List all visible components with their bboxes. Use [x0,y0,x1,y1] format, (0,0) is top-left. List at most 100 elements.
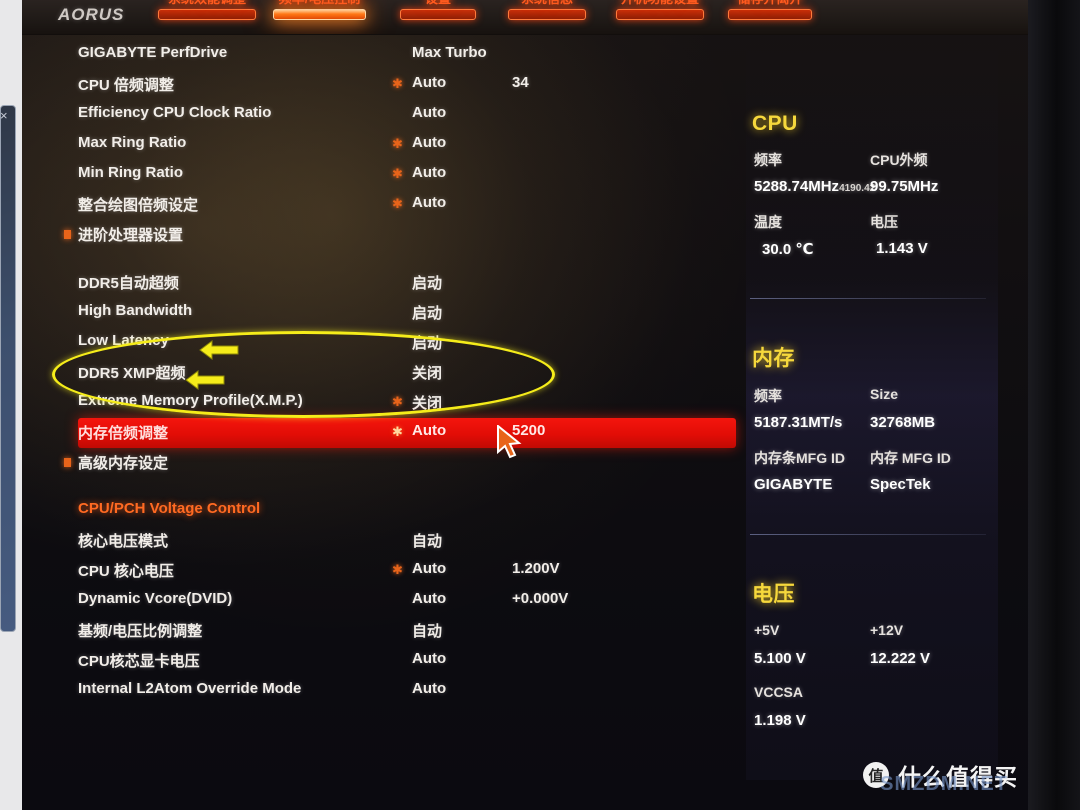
settings-row-value[interactable]: Max Turbo [412,44,487,61]
cpu-bclk-value: 99.75MHz [870,178,939,195]
settings-row[interactable]: 基频/电压比例调整 自动 [22,616,722,646]
settings-row[interactable]: Max Ring Ratio ✱ Auto [22,130,722,160]
nav-tab-underline [158,9,256,20]
cpu-volt-value: 1.143 V [876,240,928,257]
cpu-volt-label: 电压 [870,214,898,230]
settings-row[interactable]: 整合绘图倍频设定 ✱ Auto [22,190,722,220]
settings-row[interactable]: 内存倍频调整 ✱ Auto 5200 [78,418,736,448]
modified-star-icon: ✱ [392,166,403,181]
nav-tab-underline [508,9,586,20]
settings-row-label: GIGABYTE PerfDrive [78,44,228,61]
settings-row-label: Max Ring Ratio [78,134,187,151]
modified-star-icon: ✱ [392,424,403,439]
nav-tab-2[interactable]: 设置 [394,0,482,20]
settings-row-value-secondary: 1.200V [512,560,560,577]
nav-tab-underline [616,9,704,20]
modified-star-icon: ✱ [392,76,403,91]
settings-row-value[interactable]: 自动 [412,620,442,641]
hardware-monitor-rail: CPU 频率 CPU外频 5288.74MHz4190.42 99.75MHz … [746,40,998,780]
settings-row-label: 内存倍频调整 [78,425,169,442]
nav-tab-label: 频率/电压控制 [267,0,372,7]
settings-row-value[interactable]: Auto [412,422,446,439]
memory-info-section: 内存 频率 Size 5187.31MT/s 32768MB 内存条MFG ID… [746,342,1004,502]
mouse-cursor [497,425,522,459]
close-icon[interactable]: × [0,108,8,123]
nav-tab-label: 储存并离开 [722,0,818,7]
aorus-logo: AORUS [58,5,125,24]
memory-section-title: 内存 [752,347,795,370]
nav-tab-label: 系统信息 [502,0,592,7]
settings-row-value[interactable]: Auto [412,650,446,667]
bios-panel: AORUS 系统效能调整频率/电压控制 设置 系统信息 开机功能设置 储存并离开 GIG… [22,0,1028,810]
submenu-bullet-icon [64,230,71,239]
modified-star-icon: ✱ [392,136,403,151]
settings-row[interactable]: CPU 倍频调整 ✱ Auto 34 [22,70,722,100]
settings-row-value-secondary: +0.000V [512,590,569,607]
memory-mfg2-value: SpecTek [870,476,931,493]
arrow-annotation-high-bandwidth [199,340,239,360]
nav-tab-underline [728,9,812,20]
settings-row-label: 核心电压模式 [78,533,169,550]
top-navigation-bar: AORUS 系统效能调整频率/电压控制 设置 系统信息 开机功能设置 储存并离开 [22,0,1028,35]
v5-value: 5.100 V [754,650,806,667]
modified-star-icon: ✱ [392,562,403,577]
settings-row[interactable]: 核心电压模式 自动 [22,526,722,556]
settings-row-label: CPU 核心电压 [78,563,174,580]
settings-row-value[interactable]: Auto [412,104,446,121]
settings-row[interactable]: High Bandwidth 启动 [22,298,722,328]
highlight-ellipse-annotation [52,331,555,418]
settings-row-value[interactable]: Auto [412,164,446,181]
settings-row-label: High Bandwidth [78,302,193,319]
cpu-freq-label: 频率 [754,152,782,168]
settings-row[interactable]: 进阶处理器设置 [22,220,722,250]
voltage-section-title: 电压 [752,583,795,606]
memory-freq-label: 频率 [754,388,782,404]
monitor-bezel-right [1028,0,1080,810]
settings-row-value[interactable]: 启动 [412,302,442,323]
memory-freq-value: 5187.31MT/s [754,414,843,431]
settings-row-value[interactable]: Auto [412,74,446,91]
settings-row[interactable]: 高级内存设定 [22,448,722,478]
v12-label: +12V [870,622,904,638]
v5-label: +5V [754,622,780,638]
settings-row-label: Dynamic Vcore(DVID) [78,590,233,607]
settings-row-label: 高级内存设定 [78,455,169,472]
settings-row-value[interactable]: Auto [412,590,446,607]
settings-row-value[interactable]: 启动 [412,272,442,293]
rail-divider-2 [750,534,986,535]
settings-row-label: DDR5自动超频 [78,275,179,292]
settings-row-value[interactable]: Auto [412,134,446,151]
cpu-info-section: CPU 频率 CPU外频 5288.74MHz4190.42 99.75MHz … [746,112,1004,266]
settings-row[interactable]: DDR5自动超频 启动 [22,268,722,298]
nav-tab-3[interactable]: 系统信息 [502,0,592,20]
cpu-temp-label: 温度 [754,214,782,230]
settings-row-label: 整合绘图倍频设定 [78,197,199,214]
settings-row[interactable]: GIGABYTE PerfDrive Max Turbo [22,40,722,70]
vccsa-value: 1.198 V [754,712,806,729]
background-window[interactable] [0,105,16,632]
settings-row-value[interactable]: Auto [412,680,446,697]
settings-row[interactable]: Internal L2Atom Override Mode Auto [22,676,722,706]
settings-row[interactable]: Efficiency CPU Clock Ratio Auto [22,100,722,130]
settings-row-label: Min Ring Ratio [78,164,183,181]
settings-row[interactable]: Min Ring Ratio ✱ Auto [22,160,722,190]
settings-row-label: 基频/电压比例调整 [78,623,203,640]
voltage-info-section: 电压 +5V +12V 5.100 V 12.222 V VCCSA 1.198… [746,578,1004,738]
arrow-annotation-low-latency [185,370,225,390]
settings-row-value[interactable]: Auto [412,560,446,577]
settings-row-value[interactable]: 自动 [412,530,442,551]
nav-tab-5[interactable]: 储存并离开 [722,0,818,20]
memory-size-value: 32768MB [870,414,936,431]
nav-tab-0[interactable]: 系统效能调整 [152,0,262,20]
settings-row-value[interactable]: Auto [412,194,446,211]
settings-row[interactable]: CPU 核心电压 ✱ Auto 1.200V [22,556,722,586]
v12-value: 12.222 V [870,650,931,667]
settings-row[interactable]: Dynamic Vcore(DVID) Auto +0.000V [22,586,722,616]
settings-row-label: CPU/PCH Voltage Control [78,500,261,517]
settings-row-label: Efficiency CPU Clock Ratio [78,104,272,121]
nav-tab-4[interactable]: 开机功能设置 [610,0,710,20]
bios-screenshot: × AORUS 系统效能调整频率/电压控制 设置 系统信息 开机功能设置 储存并离开 G… [0,0,1080,810]
settings-row[interactable]: CPU核芯显卡电压 Auto [22,646,722,676]
nav-tab-1[interactable]: 频率/电压控制 [267,0,372,20]
